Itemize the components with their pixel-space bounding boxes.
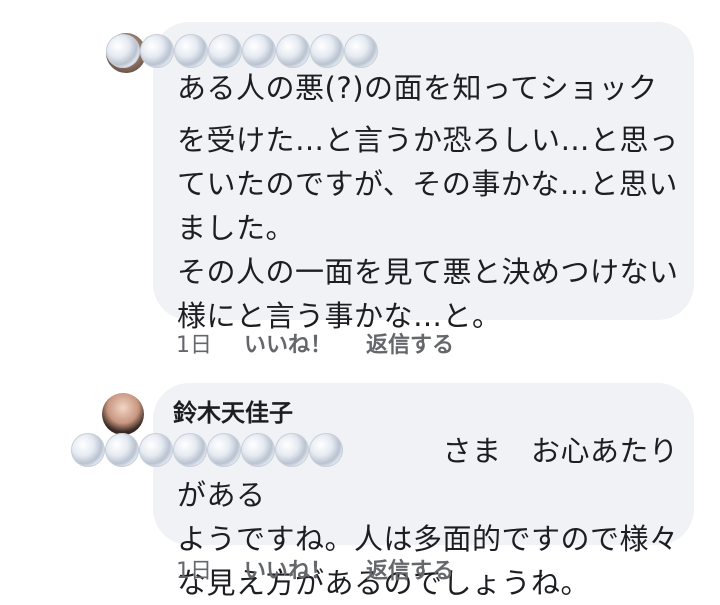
diamond-sticker-icon <box>140 34 174 68</box>
like-link[interactable]: いいね！ <box>244 553 332 585</box>
comment-timestamp[interactable]: 1日 <box>176 553 212 585</box>
diamond-sticker-icon <box>310 34 344 68</box>
diamond-sticker-icon <box>105 433 139 467</box>
comment-text: ある人の悪(?)の面を知ってショックを受けた…と言うか恐ろしい…と思っ ていたの… <box>177 66 679 338</box>
diamond-sticker-icon <box>207 433 241 467</box>
comment-timestamp[interactable]: 1日 <box>176 327 212 359</box>
diamond-sticker-icon <box>309 433 343 467</box>
comment-author-name[interactable]: 鈴木天佳子 <box>173 393 293 428</box>
comment-actions: 1日 いいね！ 返信する <box>176 553 454 585</box>
like-link[interactable]: いいね！ <box>244 327 332 359</box>
censor-sticker-row <box>106 34 378 68</box>
diamond-sticker-icon <box>242 34 276 68</box>
diamond-sticker-icon <box>106 34 140 68</box>
commenter-avatar[interactable] <box>102 393 144 435</box>
diamond-sticker-icon <box>276 34 310 68</box>
diamond-sticker-icon <box>71 433 105 467</box>
diamond-sticker-icon <box>139 433 173 467</box>
diamond-sticker-icon <box>173 433 207 467</box>
reply-link[interactable]: 返信する <box>366 327 454 359</box>
diamond-sticker-icon <box>241 433 275 467</box>
comment-text-line: を受けた…と言うか恐ろしい…と思っ ていたのですが、その事かな…と思い ました。… <box>177 123 679 333</box>
comment-actions: 1日 いいね！ 返信する <box>176 327 454 359</box>
diamond-sticker-icon <box>275 433 309 467</box>
diamond-sticker-icon <box>344 34 378 68</box>
diamond-sticker-icon <box>174 34 208 68</box>
censor-sticker-row <box>71 433 343 467</box>
comment-text-line: ある人の悪(?)の面を知ってショック <box>177 71 658 105</box>
diamond-sticker-icon <box>208 34 242 68</box>
reply-link[interactable]: 返信する <box>366 553 454 585</box>
